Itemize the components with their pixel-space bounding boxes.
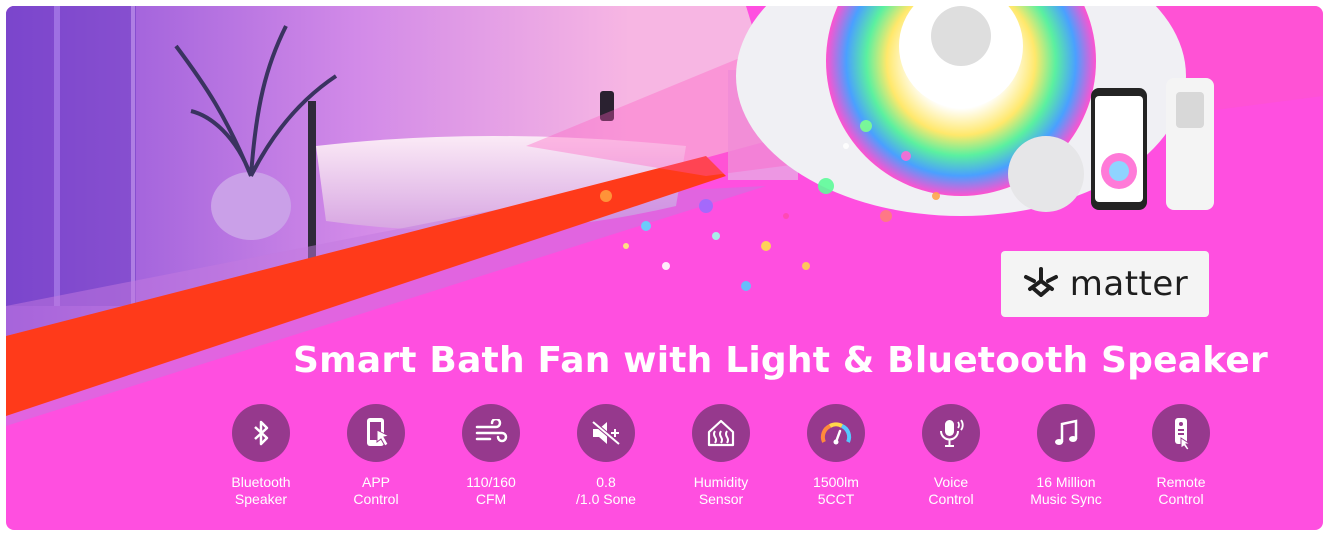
feature-label: 0.8/1.0 Sone bbox=[576, 474, 636, 507]
feature-item: 110/160 CFM bbox=[441, 404, 541, 508]
feature-label: 1500lm 5CCT bbox=[813, 474, 859, 507]
matter-badge: matter bbox=[1001, 251, 1209, 317]
feature-label: Voice Control bbox=[928, 474, 974, 507]
music-note-icon bbox=[1037, 404, 1095, 462]
remote-icon bbox=[1152, 404, 1210, 462]
feature-label: 110/160 CFM bbox=[466, 474, 516, 507]
bluetooth-icon bbox=[232, 404, 290, 462]
product-banner: matter Smart Bath Fan with Light & Bluet… bbox=[6, 6, 1323, 530]
matter-label: matter bbox=[1069, 264, 1189, 304]
feature-item: APP Control bbox=[326, 404, 426, 508]
headline: Smart Bath Fan with Light & Bluetooth Sp… bbox=[293, 340, 1269, 381]
feature-list: Bluetooth Speaker APP Control 110/160 CFM 0… bbox=[211, 404, 1211, 514]
feature-label: Remote Control bbox=[1156, 474, 1206, 507]
voice-mic-icon bbox=[922, 404, 980, 462]
feature-label: 16 Million Music Sync bbox=[1030, 474, 1102, 507]
phone-touch-icon bbox=[347, 404, 405, 462]
mute-speaker-icon bbox=[577, 404, 635, 462]
humidity-house-icon bbox=[692, 404, 750, 462]
feature-item: Humidity Sensor bbox=[671, 404, 771, 508]
feature-item: Remote Control bbox=[1131, 404, 1231, 508]
feature-item: Voice Control bbox=[901, 404, 1001, 508]
feature-label: Bluetooth Speaker bbox=[231, 474, 291, 507]
feature-item: Bluetooth Speaker bbox=[211, 404, 311, 508]
bottom-margin bbox=[0, 530, 1329, 542]
gauge-icon bbox=[807, 404, 865, 462]
feature-label: Humidity Sensor bbox=[693, 474, 749, 507]
matter-logo-icon bbox=[1022, 266, 1060, 302]
feature-item: 16 Million Music Sync bbox=[1016, 404, 1116, 508]
feature-label: APP Control bbox=[353, 474, 399, 507]
feature-item: 0.8/1.0 Sone bbox=[556, 404, 656, 508]
airflow-icon bbox=[462, 404, 520, 462]
feature-item: 1500lm 5CCT bbox=[786, 404, 886, 508]
